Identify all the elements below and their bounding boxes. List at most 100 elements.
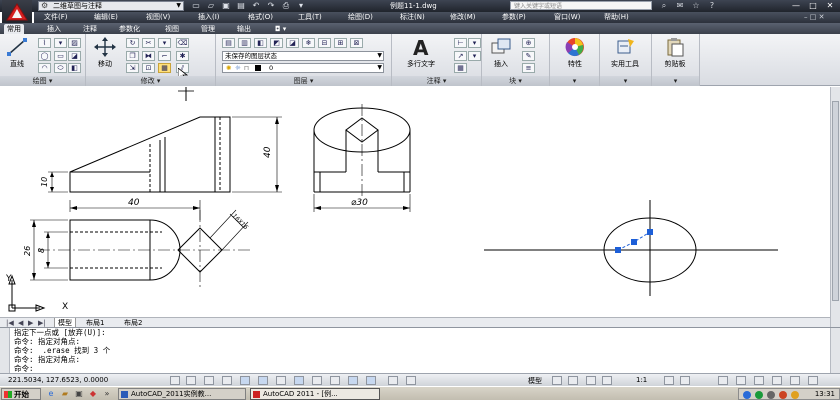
trim-icon[interactable]: ✂ — [142, 38, 155, 48]
quick-launch-expand-icon[interactable]: » — [102, 389, 112, 399]
block-panel-title[interactable]: 块 ▾ — [482, 76, 549, 86]
close-button[interactable]: ✕ — [822, 0, 838, 11]
selected-circle-object[interactable] — [484, 200, 778, 296]
taskbar-item-doc[interactable]: AutoCAD_2011实例教... — [118, 388, 246, 400]
ie-icon[interactable]: e — [46, 389, 56, 399]
tab-annotate[interactable]: 注释 — [80, 24, 100, 34]
layer-properties-icon[interactable]: ▤ — [222, 38, 235, 48]
layer-match-icon[interactable]: ⊞ — [334, 38, 347, 48]
ribbon-options-icon[interactable]: ◘ ▾ — [272, 24, 289, 34]
region-icon[interactable]: ◧ — [68, 63, 81, 73]
layer-previous-icon[interactable]: ◧ — [254, 38, 267, 48]
command-scrollbar[interactable] — [830, 328, 840, 374]
command-line-grip[interactable] — [0, 328, 10, 374]
open-file-icon[interactable]: ▱ — [205, 1, 217, 11]
3d-osnap-toggle[interactable] — [276, 376, 286, 385]
tab-insert[interactable]: 插入 — [44, 24, 64, 34]
side-view[interactable] — [313, 104, 411, 212]
help-icon[interactable]: ? — [706, 0, 718, 12]
redo-icon[interactable]: ↷ — [265, 1, 277, 11]
clipboard-panel-footer[interactable]: ▾ — [652, 76, 699, 86]
new-file-icon[interactable]: ▭ — [190, 1, 202, 11]
draw-panel-title[interactable]: 绘图 ▾ — [0, 76, 85, 86]
multileader-icon[interactable]: ↗ — [454, 51, 467, 61]
menu-window[interactable]: 窗口(W) — [554, 12, 580, 23]
quick-properties-toggle[interactable] — [388, 376, 398, 385]
zoom-icon[interactable] — [602, 376, 612, 385]
grid-toggle[interactable] — [204, 376, 214, 385]
status-menu-icon[interactable] — [790, 376, 800, 385]
search-input[interactable]: 键入关键字或短语 — [510, 1, 652, 10]
grip-handle[interactable] — [647, 229, 653, 235]
menu-dimension[interactable]: 标注(N) — [400, 12, 425, 23]
transparency-toggle[interactable] — [366, 376, 376, 385]
modify-panel-title[interactable]: 修改 ▾ — [86, 76, 215, 86]
application-menu-button[interactable] — [2, 0, 32, 24]
snap-toggle[interactable] — [186, 376, 196, 385]
search-icon[interactable]: ⌕ — [658, 0, 670, 12]
model-space-label[interactable]: 模型 — [528, 376, 542, 386]
lineweight-toggle[interactable] — [348, 376, 358, 385]
command-input[interactable]: 命令: — [14, 365, 34, 373]
copy-icon[interactable]: ❐ — [126, 51, 139, 61]
volume-icon[interactable] — [767, 391, 775, 399]
grip-handle[interactable] — [615, 247, 621, 253]
layer-select[interactable]: ✺ ☼ ⊓ 0 ▼ — [222, 63, 384, 73]
annotation-scale[interactable]: 1:1 — [636, 376, 647, 384]
tab-home[interactable]: 常用 — [4, 24, 24, 34]
erase-icon[interactable]: ⌫ — [176, 38, 189, 48]
layer-off-icon[interactable]: ◪ — [286, 38, 299, 48]
layer-freeze-icon[interactable]: ❄ — [302, 38, 315, 48]
menu-format[interactable]: 格式(O) — [248, 12, 273, 23]
communication-center-icon[interactable]: ✉ — [674, 0, 686, 12]
mirror-icon[interactable]: ⧓ — [142, 51, 155, 61]
hatch-icon[interactable]: ▨ — [68, 38, 81, 48]
top-view[interactable] — [30, 200, 250, 290]
save-as-icon[interactable]: ▤ — [235, 1, 247, 11]
tab-manage[interactable]: 管理 — [198, 24, 218, 34]
layer-iso-icon[interactable]: ◩ — [270, 38, 283, 48]
update-icon[interactable] — [779, 391, 787, 399]
annotation-panel-title[interactable]: 注释 ▾ — [392, 76, 481, 86]
workspace-select[interactable]: ⚙ 二维草图与注释 ▼ — [38, 1, 184, 11]
layer-lock-icon[interactable]: ⊟ — [318, 38, 331, 48]
menu-draw[interactable]: 绘图(D) — [348, 12, 373, 23]
move-button[interactable]: 移动 — [90, 37, 120, 69]
utilities-button[interactable]: 实用工具 — [610, 37, 640, 69]
undo-icon[interactable]: ↶ — [250, 1, 262, 11]
hardware-acceleration-icon[interactable] — [754, 376, 764, 385]
array-icon[interactable]: ▦ — [158, 63, 171, 73]
linear-dimension-icon[interactable]: ⊢ — [454, 38, 467, 48]
auto-scale-icon[interactable] — [680, 376, 690, 385]
edit-block-icon[interactable]: ✎ — [522, 51, 535, 61]
tab-parametric[interactable]: 参数化 — [116, 24, 143, 34]
insert-block-button[interactable]: 插入 — [486, 37, 516, 69]
utilities-panel-footer[interactable]: ▾ — [600, 76, 651, 86]
save-icon[interactable]: ▣ — [220, 1, 232, 11]
quick-view-drawings-icon[interactable] — [568, 376, 578, 385]
create-block-icon[interactable]: ⊕ — [522, 38, 535, 48]
menu-tools[interactable]: 工具(T) — [298, 12, 322, 23]
vertical-scrollbar[interactable] — [830, 87, 840, 327]
network-icon[interactable] — [743, 391, 751, 399]
menu-insert[interactable]: 插入(I) — [198, 12, 220, 23]
polar-toggle[interactable] — [240, 376, 250, 385]
stretch-icon[interactable]: ⇲ — [126, 63, 139, 73]
menu-help[interactable]: 帮助(H) — [604, 12, 629, 23]
drawing-canvas[interactable]: 40 10 40 26 8 16X16 ⌀30 X Y — [0, 87, 830, 317]
properties-button[interactable]: 特性 — [560, 37, 590, 69]
plot-icon[interactable]: ⎙ — [280, 1, 292, 11]
multiline-text-button[interactable]: A 多行文字 — [406, 37, 436, 69]
gradient-icon[interactable]: ◪ — [68, 51, 81, 61]
rectangle-icon[interactable]: ▭ — [54, 51, 67, 61]
explode-icon[interactable]: ✱ — [176, 51, 189, 61]
fillet-icon[interactable]: ⌐ — [158, 51, 171, 61]
infer-constraints-toggle[interactable] — [170, 376, 180, 385]
block-attribute-icon[interactable]: ≡ — [522, 63, 535, 73]
quick-view-layouts-icon[interactable] — [552, 376, 562, 385]
clean-screen-icon[interactable] — [808, 376, 818, 385]
menu-parameters[interactable]: 参数(P) — [502, 12, 526, 23]
rotate-icon[interactable]: ↻ — [126, 38, 139, 48]
arc-icon[interactable]: ◠ — [38, 63, 51, 73]
polyline-icon[interactable]: ⌇ — [38, 38, 51, 48]
